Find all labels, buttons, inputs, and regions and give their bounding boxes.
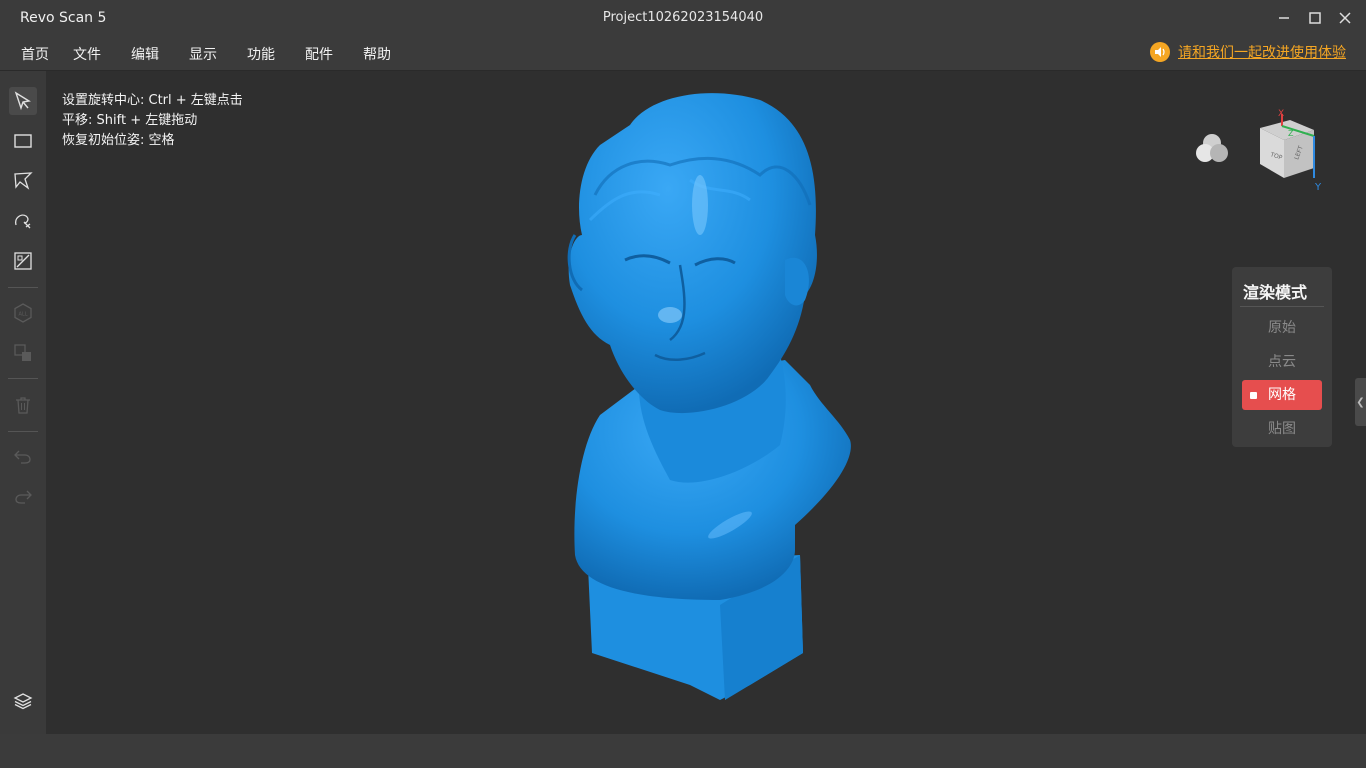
select-connected-icon <box>14 344 31 361</box>
delete-icon <box>16 397 30 414</box>
menu-bar: 首页 文件 编辑 显示 功能 配件 帮助 请和我们一起改进使用体验 <box>0 36 1366 71</box>
title-bar: Revo Scan 5 Project10262023154040 <box>0 0 1366 36</box>
menu-accessories[interactable]: 配件 <box>305 44 333 64</box>
hint-reset-pose: 恢复初始位姿: 空格 <box>62 133 175 148</box>
left-toolbar: ALL <box>0 71 46 734</box>
select-pointer-icon <box>14 91 31 111</box>
menu-file[interactable]: 文件 <box>73 44 101 64</box>
menu-display[interactable]: 显示 <box>189 44 217 64</box>
select-connected-tool[interactable] <box>9 339 37 367</box>
menu-help[interactable]: 帮助 <box>363 44 391 64</box>
brush-select-tool[interactable] <box>9 207 37 235</box>
render-mode-panel: 渲染模式 原始 点云 网格 贴图 <box>1232 267 1332 447</box>
undo-icon <box>14 450 31 464</box>
render-option-mesh[interactable]: 网格 <box>1242 380 1322 410</box>
layers-tool[interactable] <box>9 687 37 715</box>
maximize-button[interactable] <box>1303 6 1327 30</box>
select-pointer-tool[interactable] <box>9 87 37 115</box>
navigation-cube[interactable]: TOP LEFT X Z Y <box>1250 106 1330 196</box>
lighting-toggle-icon[interactable] <box>1194 131 1230 167</box>
menu-home[interactable]: 首页 <box>21 44 49 64</box>
close-button[interactable] <box>1333 6 1357 30</box>
scanned-bust-model[interactable] <box>520 85 900 710</box>
render-option-original[interactable]: 原始 <box>1242 313 1322 343</box>
undo-tool[interactable] <box>9 442 37 470</box>
layers-icon <box>13 693 33 710</box>
toolbar-divider <box>8 431 38 432</box>
render-option-texture[interactable]: 贴图 <box>1242 414 1322 444</box>
maximize-icon <box>1309 12 1321 24</box>
z-axis-label: Z <box>1288 129 1294 138</box>
project-title: Project10262023154040 <box>602 10 764 25</box>
render-mode-title: 渲染模式 <box>1243 283 1308 302</box>
invert-select-tool[interactable] <box>9 247 37 275</box>
status-bar <box>0 734 1366 768</box>
brush-select-icon <box>15 214 31 229</box>
rectangle-select-icon <box>14 134 32 148</box>
feedback-link[interactable]: 请和我们一起改进使用体验 <box>1178 42 1346 62</box>
select-all-tool[interactable]: ALL <box>9 299 37 327</box>
hint-rotate-center: 设置旋转中心: Ctrl + 左键点击 <box>62 93 243 108</box>
invert-select-icon <box>14 252 32 270</box>
select-all-icon: ALL <box>14 303 32 323</box>
collapse-panel-tab[interactable]: ❮ <box>1355 378 1366 426</box>
chevron-left-icon: ❮ <box>1356 396 1365 408</box>
menu-edit[interactable]: 编辑 <box>131 44 159 64</box>
y-axis-label: Y <box>1314 182 1322 193</box>
toolbar-divider <box>8 287 38 288</box>
redo-icon <box>15 490 32 504</box>
delete-tool[interactable] <box>9 391 37 419</box>
minimize-button[interactable] <box>1272 6 1296 30</box>
render-option-point-cloud[interactable]: 点云 <box>1242 347 1322 377</box>
lasso-select-icon <box>14 172 33 190</box>
redo-tool[interactable] <box>9 482 37 510</box>
menu-functions[interactable]: 功能 <box>247 44 275 64</box>
speaker-icon <box>1150 42 1170 62</box>
hint-pan: 平移: Shift + 左键拖动 <box>62 113 198 128</box>
rectangle-select-tool[interactable] <box>9 127 37 155</box>
close-icon <box>1339 12 1351 24</box>
minimize-icon <box>1279 17 1289 19</box>
render-mode-divider <box>1240 306 1324 307</box>
x-axis-label: X <box>1278 109 1284 119</box>
lasso-select-tool[interactable] <box>9 167 37 195</box>
toolbar-divider <box>8 378 38 379</box>
svg-text:ALL: ALL <box>19 312 28 318</box>
feedback-banner[interactable]: 请和我们一起改进使用体验 <box>1150 42 1346 62</box>
